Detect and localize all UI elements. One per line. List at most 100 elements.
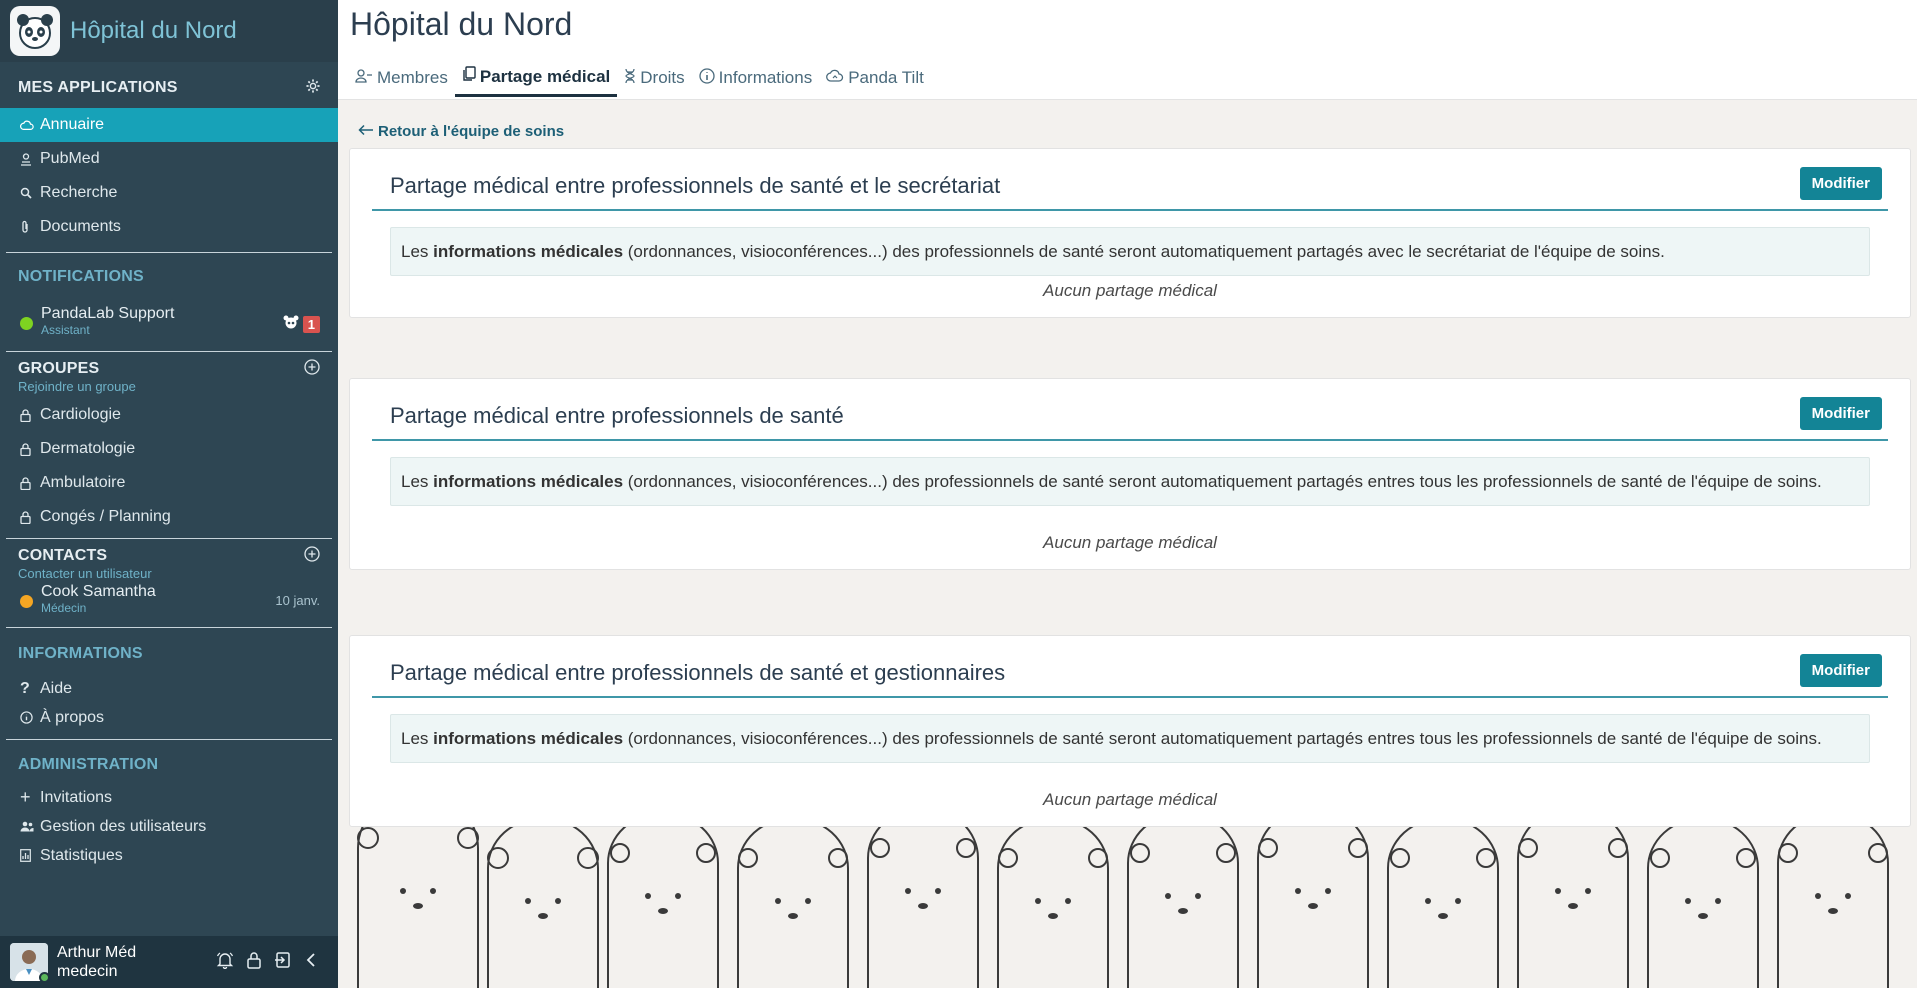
sidebar-item-a-propos[interactable]: À propos (0, 703, 338, 732)
collapse-sidebar-icon[interactable] (304, 951, 318, 974)
sidebar-item-pubmed[interactable]: PubMed (0, 142, 338, 176)
add-group-icon[interactable] (304, 358, 320, 380)
sidebar-item-aide[interactable]: ? Aide (0, 674, 338, 703)
info-text-post: (ordonnances, visioconférences...) des p… (623, 472, 1822, 491)
tab-partage-medical[interactable]: Partage médical (454, 62, 618, 97)
sidebar-item-documents[interactable]: Documents (0, 210, 338, 244)
info-text-bold: informations médicales (433, 472, 624, 491)
notification-item[interactable]: PandaLab Support Assistant 1 (0, 305, 338, 349)
contact-name: Cook Samantha (41, 583, 156, 600)
person-book-icon (20, 152, 40, 166)
plus-icon: + (20, 787, 31, 807)
user-footer: Arthur Méd medecin (0, 936, 338, 988)
gear-icon[interactable] (306, 78, 320, 98)
sharing-card-secretariat: Partage médical entre professionnels de … (349, 148, 1911, 318)
sidebar-item-statistiques[interactable]: Statistiques (0, 841, 338, 870)
brand[interactable]: Hôpital du Nord (0, 0, 338, 62)
sidebar-item-group[interactable]: Dermatologie (0, 432, 338, 466)
contact-item[interactable]: Cook Samantha Médecin 10 janv. (0, 583, 338, 627)
tab-label: Droits (640, 68, 685, 87)
question-icon: ? (20, 679, 30, 697)
panda-icon (10, 6, 60, 56)
contact-date: 10 janv. (275, 593, 320, 608)
card-title: Partage médical entre professionnels de … (390, 403, 844, 428)
page-title: Hôpital du Nord (350, 6, 573, 42)
info-text-post: (ordonnances, visioconférences...) des p… (623, 729, 1822, 748)
lock-icon (20, 510, 40, 524)
sidebar-item-label: Statistiques (40, 846, 123, 864)
notifications-section-header: NOTIFICATIONS (0, 267, 338, 287)
sidebar-item-label: Gestion des utilisateurs (40, 817, 207, 835)
bell-icon[interactable] (216, 951, 234, 974)
tab-droits[interactable]: Droits (617, 62, 691, 97)
card-divider (372, 696, 1888, 698)
apps-title: MES APPLICATIONS (18, 79, 178, 96)
sidebar-item-gestion-utilisateurs[interactable]: Gestion des utilisateurs (0, 812, 338, 841)
info-text-pre: Les (401, 472, 434, 491)
sidebar-item-label: Documents (40, 218, 121, 235)
back-link[interactable]: Retour à l'équipe de soins (358, 123, 564, 140)
add-contact-icon[interactable] (304, 545, 320, 567)
groups-subtitle[interactable]: Rejoindre un groupe (0, 379, 338, 394)
avatar[interactable] (10, 943, 50, 983)
sidebar-item-annuaire[interactable]: Annuaire (0, 108, 338, 142)
sidebar-item-recherche[interactable]: Recherche (0, 176, 338, 210)
sidebar-item-invitations[interactable]: + Invitations (0, 783, 338, 812)
tab-panda-tilt[interactable]: Panda Tilt (819, 62, 931, 97)
tab-label: Informations (718, 68, 813, 87)
contact-sub: Médecin (41, 601, 87, 615)
sidebar-item-label: Invitations (40, 788, 113, 806)
sidebar-item-group[interactable]: Congés / Planning (0, 500, 338, 534)
tab-informations[interactable]: Informations (692, 62, 820, 97)
admin-section-header: ADMINISTRATION (0, 755, 338, 775)
info-title: INFORMATIONS (18, 645, 143, 662)
tab-label: Partage médical (479, 66, 611, 86)
groups-title: GROUPES (18, 360, 100, 377)
contacts-section-header: CONTACTS (0, 545, 338, 567)
users-icon (20, 821, 40, 832)
divider (6, 351, 332, 352)
notification-name: PandaLab Support (41, 305, 175, 322)
modify-button[interactable]: Modifier (1799, 654, 1882, 687)
sharing-card-managers: Partage médical entre professionnels de … (349, 635, 1911, 827)
copy-icon (462, 66, 476, 87)
groups-section-header: GROUPES (0, 358, 338, 380)
info-icon (20, 711, 40, 724)
divider (6, 538, 332, 539)
tab-label: Panda Tilt (848, 68, 924, 87)
card-info-box: Les informations médicales (ordonnances,… (390, 227, 1870, 276)
contacts-subtitle[interactable]: Contacter un utilisateur (0, 566, 338, 581)
info-text-bold: informations médicales (433, 729, 624, 748)
logout-icon[interactable] (274, 951, 292, 974)
user-icon (355, 68, 373, 88)
info-text-post: (ordonnances, visioconférences...) des p… (623, 242, 1665, 261)
empty-sharing-label: Aucun partage médical (1043, 533, 1217, 552)
modify-button[interactable]: Modifier (1799, 397, 1882, 430)
empty-sharing-label: Aucun partage médical (1043, 281, 1217, 300)
dna-icon (624, 68, 636, 89)
divider (6, 739, 332, 740)
sidebar-item-label: Dermatologie (40, 440, 136, 457)
modify-button[interactable]: Modifier (1799, 167, 1882, 200)
contacts-title: CONTACTS (18, 547, 108, 564)
card-info-box: Les informations médicales (ordonnances,… (390, 457, 1870, 506)
sidebar-item-group[interactable]: Ambulatoire (0, 466, 338, 500)
tab-bar: Membres Partage médical Droits Informati… (348, 62, 931, 97)
card-title: Partage médical entre professionnels de … (390, 660, 1006, 685)
user-role: medecin (57, 963, 118, 980)
info-text-pre: Les (401, 242, 434, 261)
tab-membres[interactable]: Membres (348, 62, 455, 97)
lock-icon[interactable] (246, 951, 262, 974)
online-status-dot (39, 972, 50, 983)
info-text-bold: informations médicales (433, 242, 624, 261)
admin-title: ADMINISTRATION (18, 756, 159, 773)
status-dot (20, 317, 33, 330)
notification-badge: 1 (302, 316, 320, 333)
sidebar-item-group[interactable]: Cardiologie (0, 398, 338, 432)
sidebar-item-label: Congés / Planning (40, 508, 171, 525)
user-name: Arthur Méd (57, 944, 137, 961)
page-header: Hôpital du Nord Membres Partage médical … (338, 0, 1917, 100)
tab-label: Membres (377, 68, 448, 87)
cloud-icon (826, 68, 844, 88)
sidebar-item-label: Annuaire (40, 116, 105, 133)
